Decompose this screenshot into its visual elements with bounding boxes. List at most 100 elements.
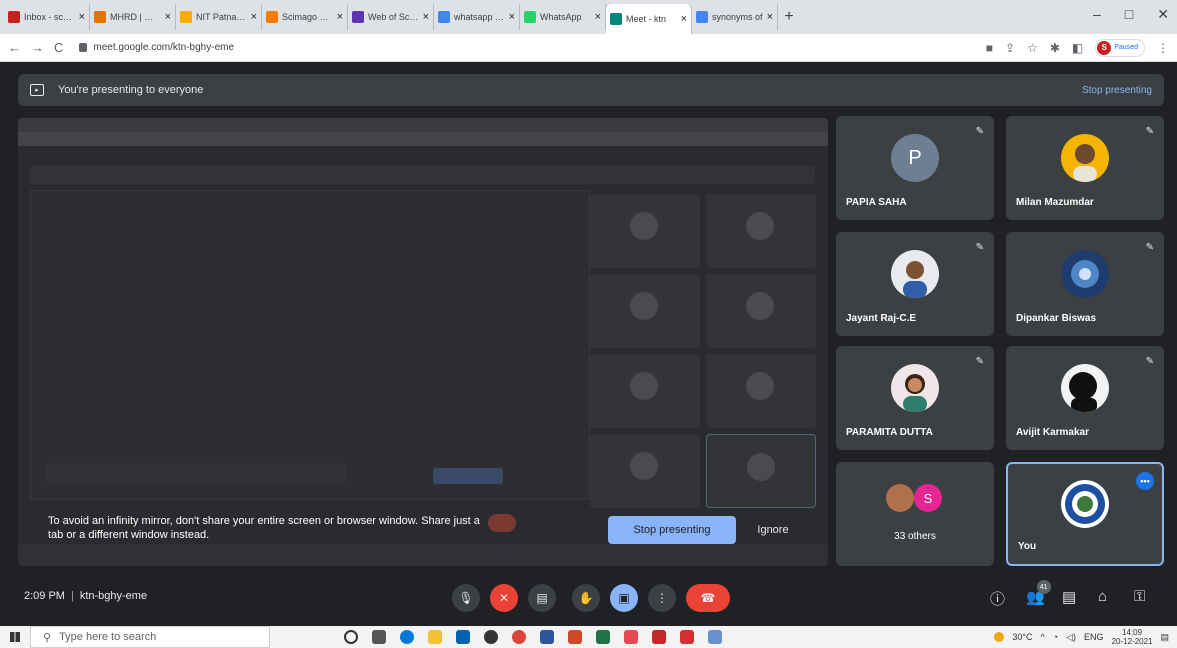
browser-tab[interactable]: synonyms of × bbox=[692, 4, 778, 30]
pin-icon[interactable]: ✎ bbox=[1146, 356, 1154, 367]
pin-icon[interactable]: ✎ bbox=[1146, 126, 1154, 137]
participant-avatar bbox=[1061, 250, 1109, 298]
share-icon[interactable]: ⇪ bbox=[1005, 41, 1015, 55]
microphone-button[interactable]: 🎙 bbox=[452, 584, 480, 612]
taskbar-search[interactable]: ⚲ Type here to search bbox=[30, 626, 270, 648]
clock[interactable]: 14:09 20-12-2021 bbox=[1112, 628, 1153, 646]
browser-tab[interactable]: Scimago Journ × bbox=[262, 4, 348, 30]
browser-tab[interactable]: Meet - ktn × bbox=[606, 4, 692, 34]
camera-off-button[interactable]: ✕ bbox=[490, 584, 518, 612]
browser-tab[interactable]: NIT Patna | N × bbox=[176, 4, 262, 30]
captions-button[interactable]: ▤ bbox=[528, 584, 556, 612]
tab-favicon-icon bbox=[438, 11, 450, 23]
person-photo-icon bbox=[903, 374, 927, 412]
reload-icon[interactable]: C bbox=[54, 40, 63, 55]
ignore-button[interactable]: Ignore bbox=[748, 516, 798, 544]
activities-icon[interactable]: ⌂ bbox=[1098, 588, 1107, 605]
tab-favicon-icon bbox=[8, 11, 20, 23]
more-options-button[interactable]: ⋮ bbox=[648, 584, 676, 612]
windows-taskbar: ⚲ Type here to search 30°C ^ ◔ ◁) ENG 14… bbox=[0, 626, 1177, 648]
more-options-icon[interactable]: ••• bbox=[1136, 472, 1154, 490]
store-icon[interactable] bbox=[456, 630, 470, 644]
back-icon[interactable]: ← bbox=[8, 40, 21, 55]
tab-close-icon[interactable]: × bbox=[595, 11, 601, 23]
task-view-icon[interactable] bbox=[372, 630, 386, 644]
start-button[interactable] bbox=[0, 626, 30, 648]
dell-icon[interactable] bbox=[484, 630, 498, 644]
maximize-icon[interactable]: □ bbox=[1125, 6, 1133, 23]
participant-tile[interactable]: ✎ Avijit Karmakar bbox=[1006, 346, 1164, 450]
mirror-tab-bar bbox=[18, 118, 828, 132]
tab-close-icon[interactable]: × bbox=[337, 11, 343, 23]
people-icon[interactable]: 👥 41 bbox=[1026, 580, 1051, 606]
profile-status: Paused bbox=[1114, 44, 1138, 51]
language-indicator[interactable]: ENG bbox=[1084, 632, 1104, 642]
new-tab-button[interactable]: + bbox=[778, 8, 800, 26]
tab-close-icon[interactable]: × bbox=[509, 11, 515, 23]
forward-icon[interactable]: → bbox=[31, 40, 44, 55]
network-icon[interactable]: ◔ bbox=[1053, 632, 1058, 642]
bookmark-star-icon[interactable]: ☆ bbox=[1027, 41, 1038, 55]
notifications-icon[interactable]: ▤ bbox=[1160, 632, 1169, 643]
participant-avatar: P bbox=[891, 134, 939, 182]
volume-icon[interactable]: ◁) bbox=[1066, 632, 1076, 643]
tab-close-icon[interactable]: × bbox=[423, 11, 429, 23]
side-panel-icon[interactable]: ◧ bbox=[1072, 41, 1083, 55]
word-icon[interactable] bbox=[540, 630, 554, 644]
meeting-details-icon[interactable]: ⓘ bbox=[990, 588, 1005, 609]
shared-screen-preview bbox=[18, 118, 828, 566]
raise-hand-button[interactable]: ✋ bbox=[572, 584, 600, 612]
matlab-icon[interactable] bbox=[652, 630, 666, 644]
tray-chevron-icon[interactable]: ^ bbox=[1040, 632, 1044, 642]
tab-close-icon[interactable]: × bbox=[681, 13, 687, 25]
participant-tile[interactable]: ✎ Dipankar Biswas bbox=[1006, 232, 1164, 336]
banner-stop-presenting-link[interactable]: Stop presenting bbox=[1082, 85, 1152, 96]
browser-menu-icon[interactable]: ⋮ bbox=[1157, 41, 1169, 55]
chrome-icon[interactable] bbox=[512, 630, 526, 644]
pin-icon[interactable]: ✎ bbox=[1146, 242, 1154, 253]
windows-logo-icon bbox=[10, 632, 20, 642]
browser-tab[interactable]: whatsapp web × bbox=[434, 4, 520, 30]
host-controls-icon[interactable]: ⚿ bbox=[1134, 588, 1145, 605]
excel-icon[interactable] bbox=[596, 630, 610, 644]
participant-tile[interactable]: ✎ Jayant Raj-C.E bbox=[836, 232, 994, 336]
participant-tile[interactable]: ✎ P PAPIA SAHA bbox=[836, 116, 994, 220]
weather-temp[interactable]: 30°C bbox=[1012, 632, 1032, 642]
pin-icon[interactable]: ✎ bbox=[976, 242, 984, 253]
self-tile[interactable]: ••• You bbox=[1006, 462, 1164, 566]
profile-button[interactable]: S Paused bbox=[1095, 38, 1145, 57]
camera-icon[interactable]: ■ bbox=[986, 41, 993, 55]
tab-close-icon[interactable]: × bbox=[79, 11, 85, 23]
self-avatar bbox=[1061, 480, 1109, 528]
separator: | bbox=[70, 590, 74, 602]
close-window-icon[interactable]: ✕ bbox=[1157, 6, 1169, 23]
participant-tile[interactable]: ✎ Milan Mazumdar bbox=[1006, 116, 1164, 220]
acrobat-icon[interactable] bbox=[680, 630, 694, 644]
powerpoint-icon[interactable] bbox=[568, 630, 582, 644]
tab-close-icon[interactable]: × bbox=[251, 11, 257, 23]
edge-icon[interactable] bbox=[400, 630, 414, 644]
browser-tab[interactable]: WhatsApp × bbox=[520, 4, 606, 30]
extensions-puzzle-icon[interactable]: ✱ bbox=[1050, 41, 1060, 55]
pin-icon[interactable]: ✎ bbox=[976, 126, 984, 137]
browser-tab[interactable]: Inbox - scollis × bbox=[4, 4, 90, 30]
chat-icon[interactable]: ▤ bbox=[1062, 588, 1076, 606]
leave-call-button[interactable]: ☎ bbox=[686, 584, 730, 612]
present-now-button[interactable]: ▣ bbox=[610, 584, 638, 612]
app-icon[interactable] bbox=[708, 630, 722, 644]
browser-tab[interactable]: Web of Scienc × bbox=[348, 4, 434, 30]
tab-close-icon[interactable]: × bbox=[767, 11, 773, 23]
cortana-icon[interactable] bbox=[344, 630, 358, 644]
stop-presenting-button[interactable]: Stop presenting bbox=[608, 516, 736, 544]
minimize-icon[interactable]: – bbox=[1093, 6, 1101, 23]
others-tile[interactable]: S 33 others bbox=[836, 462, 994, 566]
participant-tile[interactable]: ✎ PARAMITA DUTTA bbox=[836, 346, 994, 450]
url-field[interactable]: meet.google.com/ktn-bghy-eme bbox=[79, 42, 975, 53]
tab-close-icon[interactable]: × bbox=[165, 11, 171, 23]
browser-tab[interactable]: MHRD | MHRD × bbox=[90, 4, 176, 30]
tab-favicon-icon bbox=[524, 11, 536, 23]
file-explorer-icon[interactable] bbox=[428, 630, 442, 644]
pin-icon[interactable]: ✎ bbox=[976, 356, 984, 367]
app-icon[interactable] bbox=[624, 630, 638, 644]
taskbar-apps bbox=[344, 630, 722, 644]
